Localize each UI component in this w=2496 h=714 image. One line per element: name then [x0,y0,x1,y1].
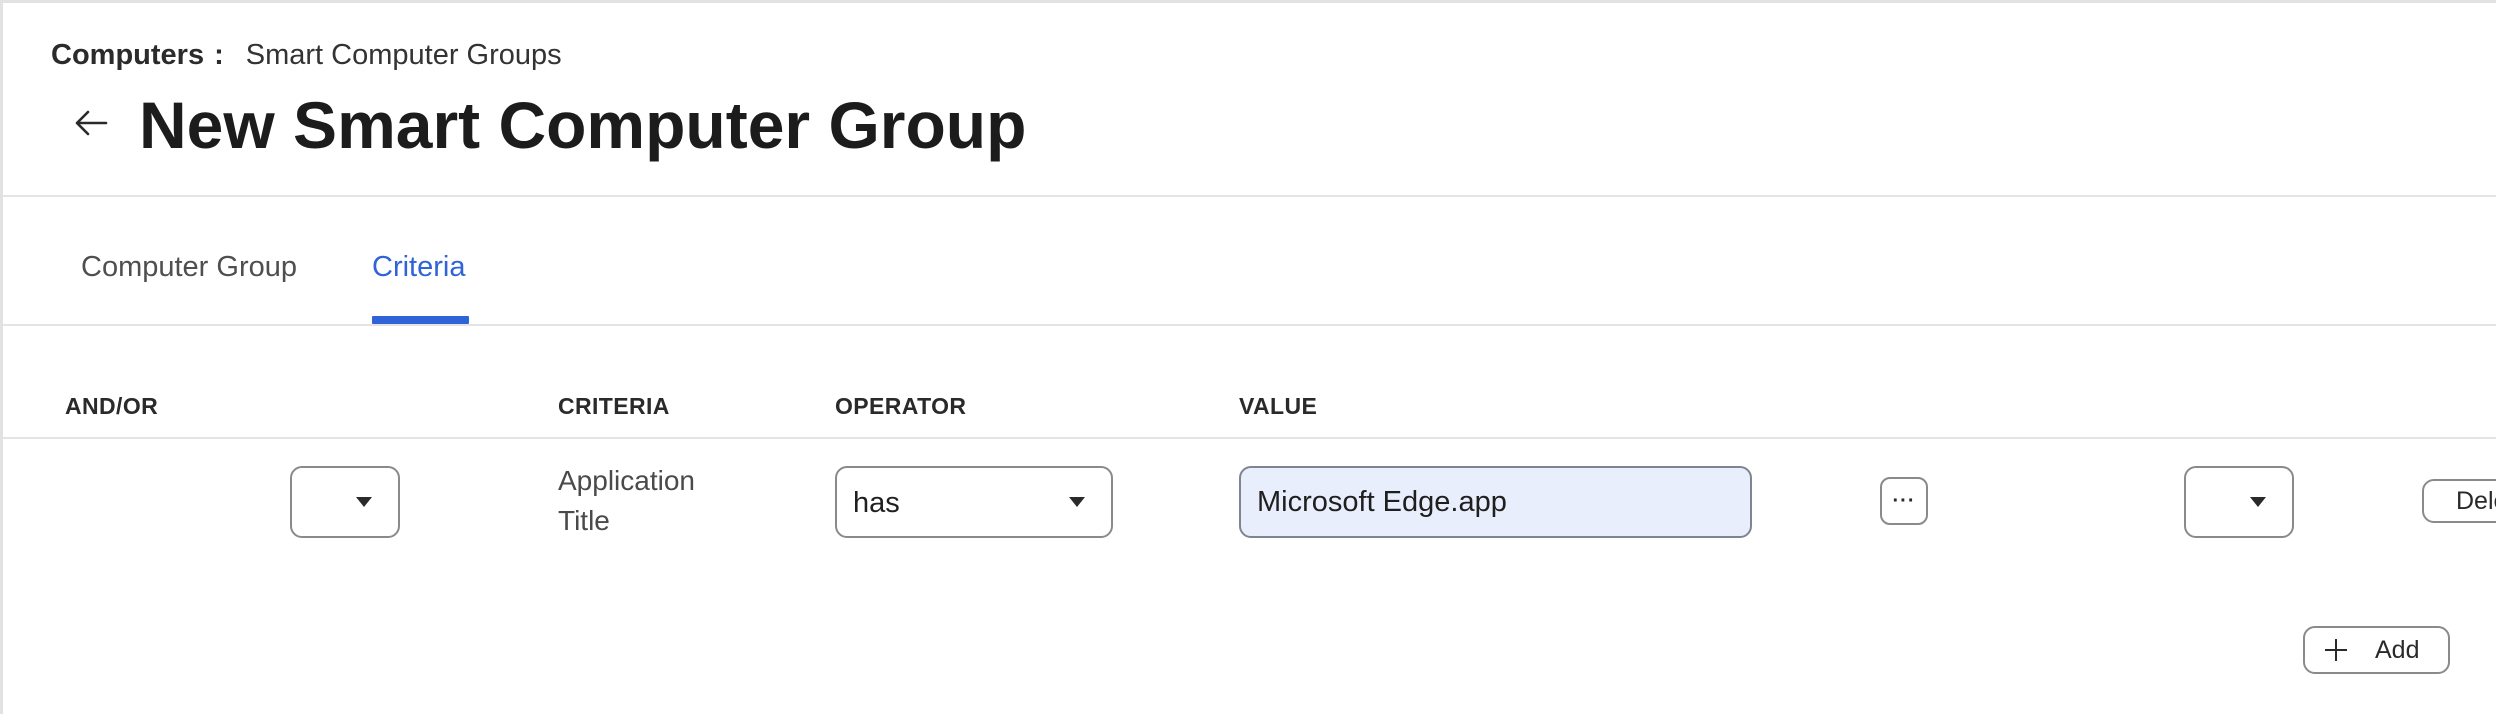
caret-down-icon [1069,497,1085,507]
add-criteria-button[interactable]: Add [2303,626,2450,674]
active-tab-indicator [372,316,469,324]
caret-down-icon [356,497,372,507]
column-header-and-or: AND/OR [65,393,159,419]
breadcrumb-separator: : [214,39,224,71]
caret-down-icon [2250,497,2266,507]
value-input[interactable] [1239,466,1752,538]
ellipsis-icon: ··· [1892,490,1916,512]
back-button[interactable] [65,101,117,145]
and-or-select[interactable] [290,466,400,538]
delete-button[interactable]: Delete [2422,479,2496,523]
breadcrumb-current[interactable]: Smart Computer Groups [246,39,562,71]
more-options-button[interactable]: ··· [1880,477,1928,525]
table-header-divider [3,437,2496,439]
header-divider [3,195,2496,197]
criteria-name: Application Title [558,465,695,536]
operator-select-value: has [853,487,900,519]
column-header-operator: OPERATOR [835,393,967,419]
breadcrumb-parent[interactable]: Computers [51,39,204,71]
page-title: New Smart Computer Group [139,88,1027,162]
column-header-criteria: CRITERIA [558,393,670,419]
add-button-label: Add [2375,636,2420,664]
tabs-divider [3,324,2496,326]
plus-icon [2325,639,2347,661]
operator-select[interactable]: has [835,466,1113,538]
arrow-left-icon [75,110,108,136]
parenthesis-select[interactable] [2184,466,2294,538]
page: Computers: Smart Computer Groups New Smar… [0,0,2496,714]
column-header-value: VALUE [1239,393,1318,419]
breadcrumb: Computers: Smart Computer Groups [51,37,562,73]
tab-criteria[interactable]: Criteria [372,249,465,285]
tab-computer-group[interactable]: Computer Group [81,249,297,285]
